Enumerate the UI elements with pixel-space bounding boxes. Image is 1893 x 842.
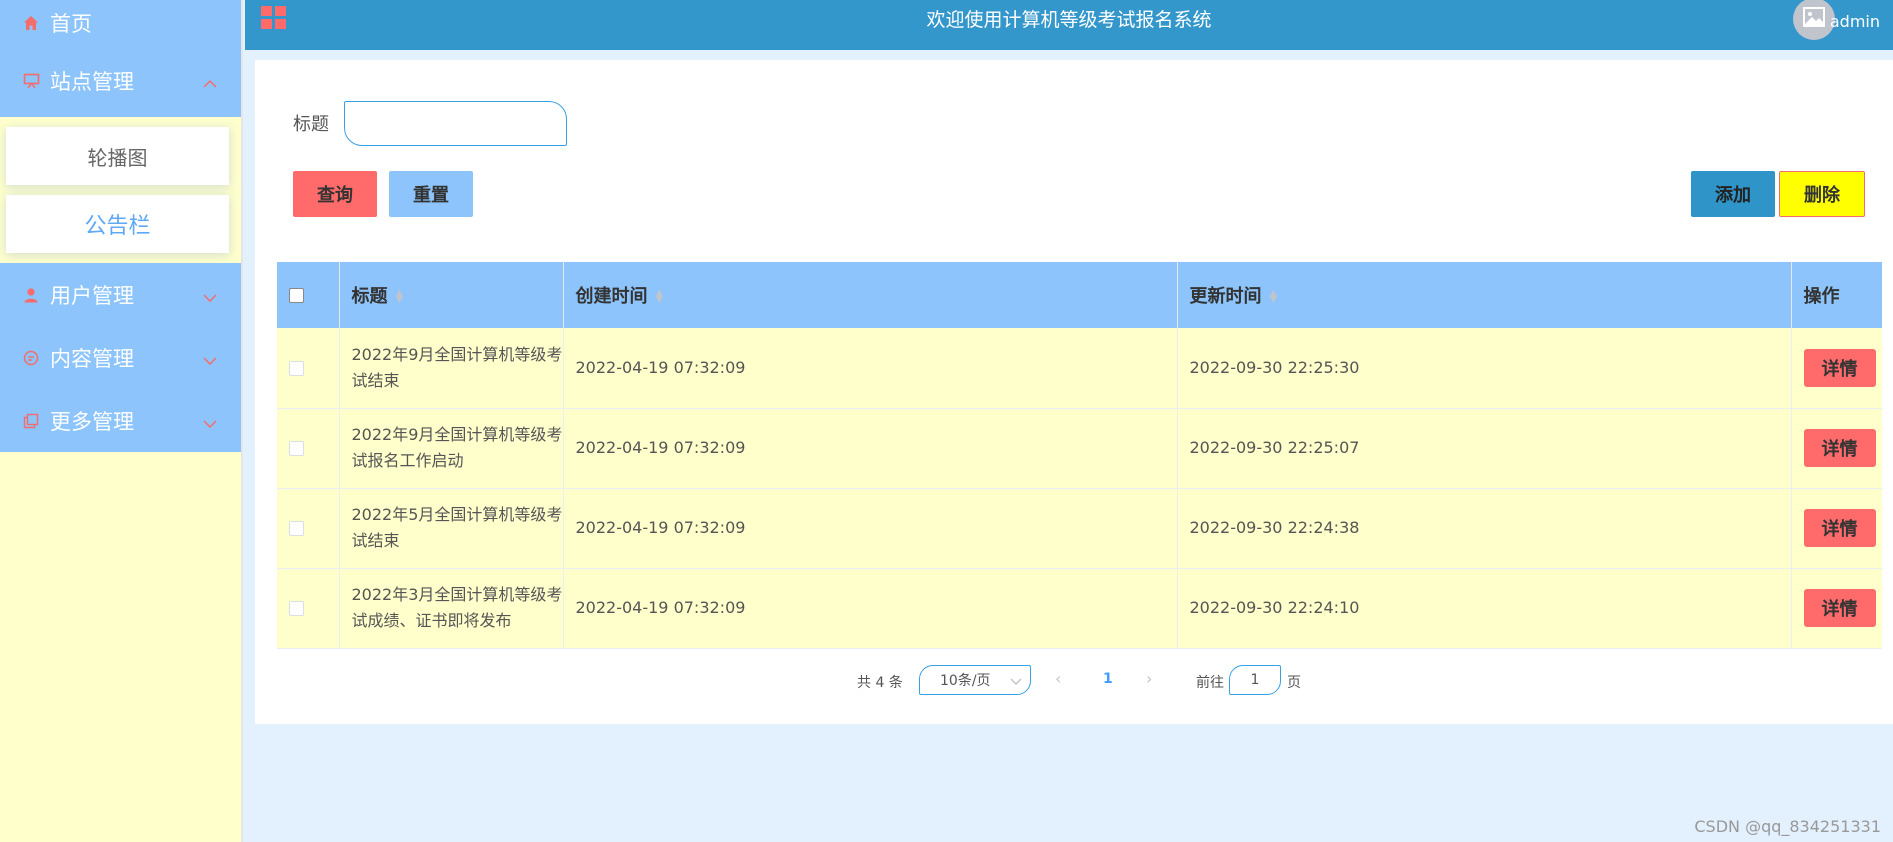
- sidebar-item-home[interactable]: 首页: [0, 0, 241, 45]
- row-checkbox[interactable]: [289, 441, 304, 456]
- cell-title: 2022年3月全国计算机等级考试成绩、证书即将发布: [339, 568, 564, 649]
- cell-created: 2022-04-19 07:32:09: [563, 328, 1178, 409]
- goto-unit: 页: [1287, 675, 1301, 691]
- pagination: 共 4 条 10条/页 ‹ 1 › 前往 页: [255, 665, 1893, 695]
- row-checkbox[interactable]: [289, 360, 304, 376]
- total-count: 共 4 条: [857, 675, 903, 691]
- reset-button[interactable]: 重置: [389, 171, 473, 217]
- user-icon: [22, 286, 40, 304]
- sidebar-item-more-management[interactable]: 更多管理: [0, 389, 241, 452]
- sidebar-item-label: 首页: [50, 11, 92, 36]
- chevron-down-icon: [203, 283, 217, 307]
- query-button[interactable]: 查询: [293, 171, 377, 217]
- watermark: CSDN @qq_834251331: [1694, 817, 1881, 836]
- sidebar-submenu: 轮播图 公告栏: [0, 117, 241, 263]
- sidebar-item-label: 更多管理: [50, 409, 134, 434]
- sidebar-item-label: 内容管理: [50, 346, 134, 371]
- monitor-icon: [22, 72, 40, 90]
- sidebar-item-user-management[interactable]: 用户管理: [0, 263, 241, 326]
- cell-updated: 2022-09-30 22:24:10: [1177, 568, 1792, 649]
- column-header-created[interactable]: 创建时间 ▲ ▼: [563, 262, 1178, 328]
- chevron-up-icon: [203, 69, 217, 93]
- sort-icon[interactable]: ▲ ▼: [656, 289, 664, 305]
- chat-icon: [22, 349, 40, 367]
- delete-button[interactable]: 删除: [1779, 171, 1865, 217]
- page-title: 欢迎使用计算机等级考试报名系统: [926, 9, 1212, 31]
- table-row: 2022年5月全国计算机等级考试结束 2022-04-19 07:32:09 2…: [277, 488, 1882, 569]
- sidebar-item-label: 用户管理: [50, 283, 134, 308]
- cell-title: 2022年9月全国计算机等级考试结束: [339, 328, 564, 409]
- sidebar-subitem-carousel[interactable]: 轮播图: [6, 127, 229, 185]
- notice-table: 标题 ▲ ▼ 创建时间 ▲ ▼ 更新时间 ▲ ▼ 操作 2022年9月全国计算机等级考试结束…: [277, 262, 1882, 649]
- select-all-cell: [277, 262, 340, 328]
- column-header-title[interactable]: 标题 ▲ ▼: [339, 262, 564, 328]
- home-icon: [22, 14, 40, 32]
- select-all-checkbox[interactable]: [289, 288, 304, 303]
- top-header: 欢迎使用计算机等级考试报名系统 admin: [245, 0, 1893, 50]
- chevron-down-icon: [203, 346, 217, 370]
- cell-created: 2022-04-19 07:32:09: [563, 568, 1178, 649]
- column-header-updated[interactable]: 更新时间 ▲ ▼: [1177, 262, 1792, 328]
- prev-page-icon[interactable]: ‹: [1055, 669, 1061, 688]
- row-checkbox[interactable]: [289, 601, 304, 616]
- sidebar-item-site-management[interactable]: 站点管理: [0, 45, 241, 117]
- sort-icon[interactable]: ▲ ▼: [396, 289, 404, 305]
- add-button[interactable]: 添加: [1691, 171, 1775, 217]
- avatar[interactable]: [1793, 0, 1835, 40]
- column-header-action: 操作: [1791, 262, 1882, 328]
- cell-title: 2022年5月全国计算机等级考试结束: [339, 488, 564, 569]
- detail-button[interactable]: 详情: [1803, 509, 1876, 547]
- main-panel: 标题 查询 重置 添加 删除 标题 ▲ ▼ 创建时间 ▲ ▼ 更新时间 ▲ ▼ 操作 202…: [255, 60, 1893, 724]
- sidebar-subitem-notice[interactable]: 公告栏: [6, 195, 229, 253]
- cell-created: 2022-04-19 07:32:09: [563, 408, 1178, 489]
- title-search-input[interactable]: [344, 101, 567, 146]
- chevron-down-icon: [203, 409, 217, 433]
- cell-updated: 2022-09-30 22:25:30: [1177, 328, 1792, 409]
- next-page-icon[interactable]: ›: [1146, 669, 1152, 688]
- goto-label: 前往: [1196, 675, 1224, 691]
- username[interactable]: admin: [1830, 12, 1880, 31]
- copy-icon: [22, 412, 40, 430]
- detail-button[interactable]: 详情: [1803, 429, 1876, 467]
- cell-title: 2022年9月全国计算机等级考试报名工作启动: [339, 408, 564, 489]
- row-checkbox[interactable]: [289, 521, 304, 536]
- goto-page-input[interactable]: [1229, 665, 1281, 695]
- sort-icon[interactable]: ▲ ▼: [1270, 289, 1278, 305]
- cell-updated: 2022-09-30 22:25:07: [1177, 408, 1792, 489]
- sidebar: 首页 站点管理 轮播图 公告栏 用户管理 内容管理 更多管理: [0, 0, 243, 842]
- image-icon: [1803, 7, 1825, 31]
- chevron-down-icon: [1010, 674, 1022, 690]
- page-size-select[interactable]: 10条/页: [919, 665, 1031, 695]
- table-row: 2022年9月全国计算机等级考试报名工作启动 2022-04-19 07:32:…: [277, 408, 1882, 489]
- detail-button[interactable]: 详情: [1803, 348, 1876, 387]
- page-number-current[interactable]: 1: [1103, 671, 1113, 687]
- table-header-row: 标题 ▲ ▼ 创建时间 ▲ ▼ 更新时间 ▲ ▼ 操作: [277, 262, 1882, 328]
- search-label: 标题: [293, 114, 329, 135]
- table-row: 2022年9月全国计算机等级考试结束 2022-04-19 07:32:09 2…: [277, 328, 1882, 409]
- sidebar-item-content-management[interactable]: 内容管理: [0, 326, 241, 389]
- cell-created: 2022-04-19 07:32:09: [563, 488, 1178, 569]
- detail-button[interactable]: 详情: [1803, 589, 1876, 627]
- table-row: 2022年3月全国计算机等级考试成绩、证书即将发布 2022-04-19 07:…: [277, 568, 1882, 649]
- sidebar-item-label: 站点管理: [50, 70, 134, 94]
- cell-updated: 2022-09-30 22:24:38: [1177, 488, 1792, 569]
